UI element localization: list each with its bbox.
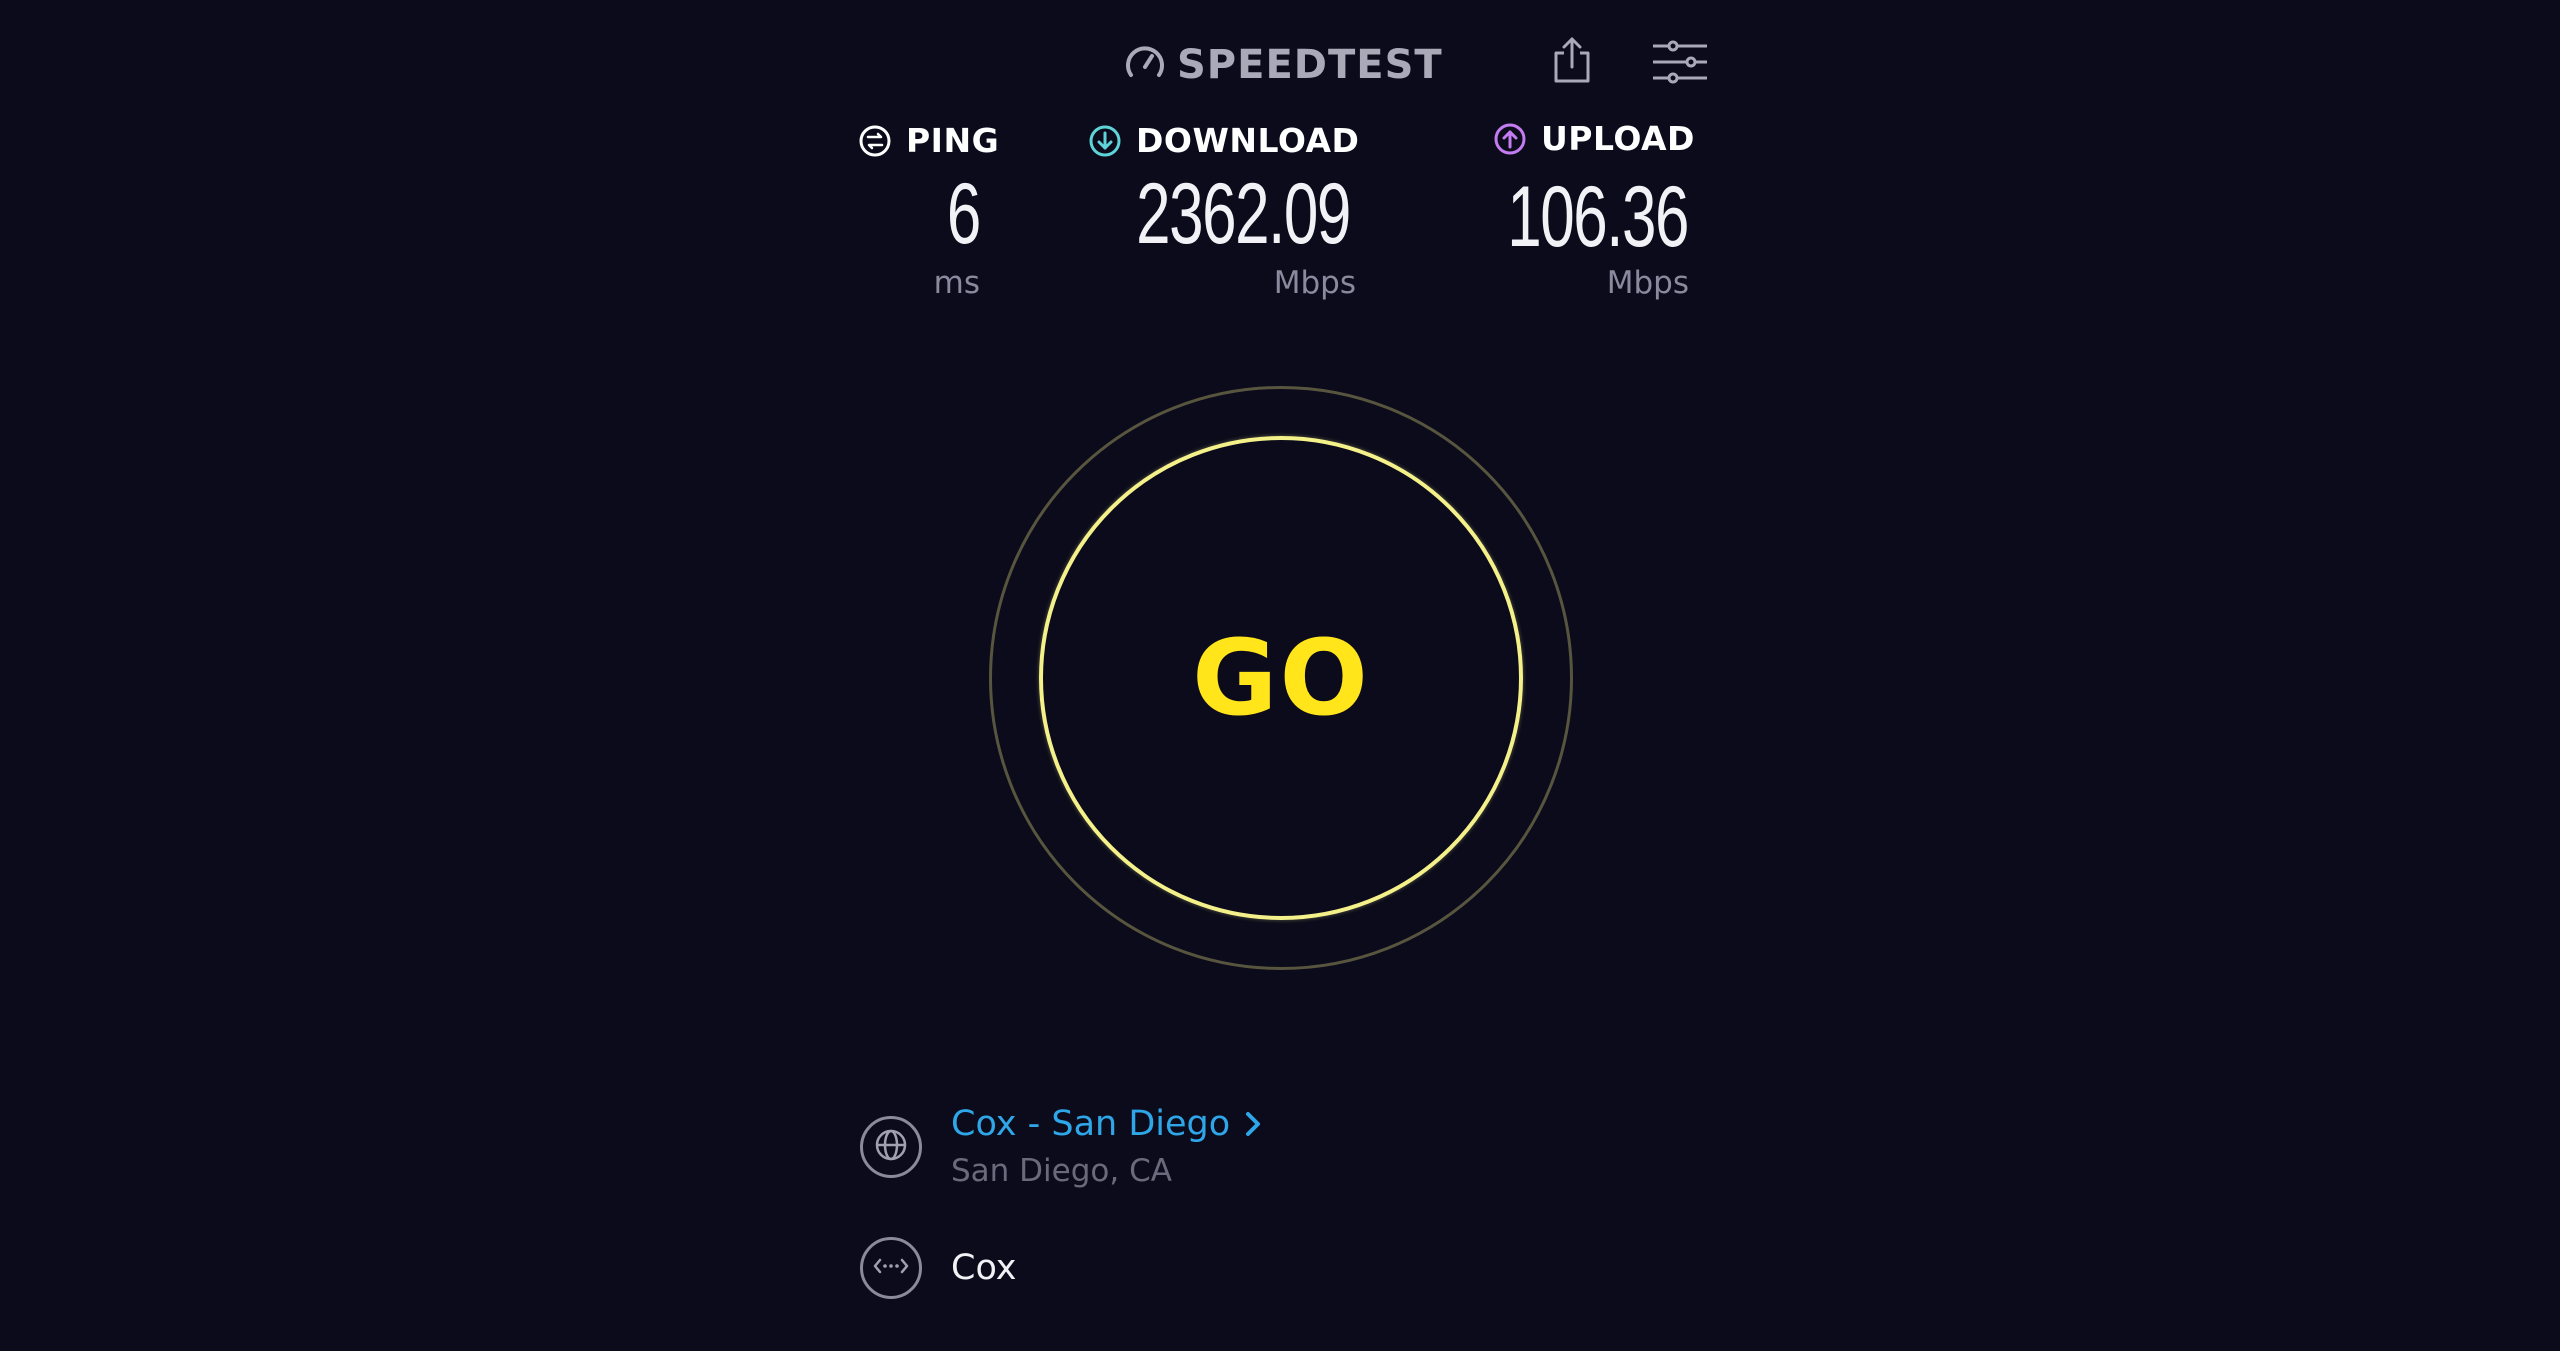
speedtest-screen: SPEEDTEST PING 6 ms DOWNLOAD 2362.09 Mbp…: [0, 0, 2560, 1351]
upload-label: UPLOAD: [1493, 119, 1695, 158]
upload-value: 106.36: [1507, 169, 1689, 265]
download-unit: Mbps: [1273, 265, 1356, 301]
ping-icon: [858, 124, 892, 158]
speedometer-icon: [1123, 41, 1167, 90]
share-icon: [1552, 35, 1592, 90]
share-button[interactable]: [1542, 32, 1602, 92]
download-label: DOWNLOAD: [1088, 121, 1359, 160]
server-link[interactable]: Cox - San Diego: [951, 1104, 1262, 1144]
go-button[interactable]: GO: [1039, 436, 1523, 920]
ping-label-text: PING: [906, 121, 1000, 160]
ping-unit: ms: [933, 265, 980, 301]
ping-value: 6: [946, 166, 981, 262]
download-arrow-icon: [1088, 124, 1122, 158]
speedtest-logo: SPEEDTEST: [1123, 40, 1443, 90]
connection-icon: [872, 1256, 910, 1281]
ping-label: PING: [858, 121, 999, 160]
sliders-icon: [1651, 38, 1709, 91]
globe-icon: [874, 1128, 908, 1167]
server-icon-badge: [860, 1116, 922, 1178]
go-label: GO: [1192, 617, 1370, 739]
download-value: 2362.09: [1136, 166, 1351, 262]
upload-label-text: UPLOAD: [1541, 119, 1695, 158]
isp-name: Cox: [951, 1248, 1017, 1288]
chevron-right-icon: [1244, 1111, 1262, 1137]
download-label-text: DOWNLOAD: [1136, 121, 1360, 160]
upload-unit: Mbps: [1606, 265, 1689, 301]
server-location: San Diego, CA: [951, 1153, 1172, 1189]
settings-button[interactable]: [1650, 34, 1710, 94]
isp-icon-badge: [860, 1237, 922, 1299]
logo-text: SPEEDTEST: [1177, 42, 1443, 88]
go-button-container: GO: [989, 386, 1573, 970]
server-name: Cox - San Diego: [951, 1104, 1231, 1144]
upload-arrow-icon: [1493, 122, 1527, 156]
